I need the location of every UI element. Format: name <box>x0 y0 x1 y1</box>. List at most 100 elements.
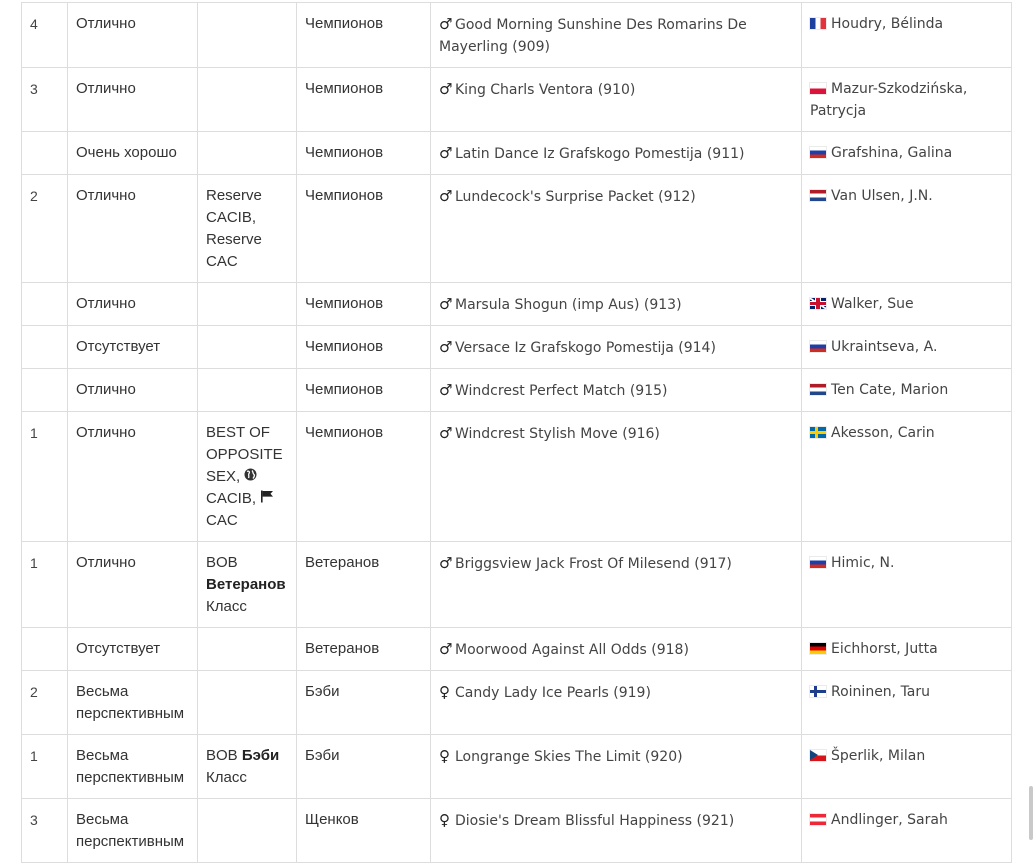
award-cell <box>197 798 297 863</box>
dog-name-link[interactable]: Good Morning Sunshine Des Romarins De Ma… <box>439 17 747 55</box>
country-flag-icon <box>810 427 826 438</box>
award-text: Reserve CACIB, Reserve CAC <box>206 187 262 270</box>
place-cell: 3 <box>21 67 68 132</box>
dog-name-link[interactable]: Diosie's Dream Blissful Happiness (921) <box>455 813 734 829</box>
dog-name-link[interactable]: Versace Iz Grafskogo Pomestija (914) <box>455 340 716 356</box>
result-row: 4 Отлично Чемпионов ♂ Good Morning Sunshine … <box>21 2 1012 68</box>
dog-name-link[interactable]: Windcrest Perfect Match (915) <box>455 383 667 399</box>
result-row: 1 Отлично BOB Ветеранов Класс Ветеранов ♂ Bri… <box>21 541 1012 628</box>
grade-cell: Отсутствует <box>67 627 198 671</box>
owner-name: Ukraintseva, A. <box>831 339 938 355</box>
country-flag-icon <box>810 750 826 761</box>
country-flag-icon <box>810 814 826 825</box>
dog-name-link[interactable]: Longrange Skies The Limit (920) <box>455 749 683 765</box>
globe-icon <box>244 466 257 488</box>
owner-cell: Roininen, Taru <box>801 670 1012 735</box>
owner-name: Walker, Sue <box>831 296 914 312</box>
owner-cell: Himic, N. <box>801 541 1012 628</box>
grade-cell: Отлично <box>67 368 198 412</box>
country-flag-icon <box>810 147 826 158</box>
male-icon: ♂ <box>439 640 453 658</box>
grade-cell: Отлично <box>67 67 198 132</box>
result-row: 2 Отлично Reserve CACIB, Reserve CAC Чемпио… <box>21 174 1012 283</box>
class-cell: Чемпионов <box>296 368 431 412</box>
award-cell: BEST OF OPPOSITE SEX, CACIB, CAC <box>197 411 297 542</box>
award-class-name: Ветеранов <box>206 576 286 593</box>
place-cell <box>21 325 68 369</box>
owner-cell: Mazur-Szkodzińska, Patrycja <box>801 67 1012 132</box>
dog-cell: ♀ Longrange Skies The Limit (920) <box>430 734 802 799</box>
dog-cell: ♂ Marsula Shogun (imp Aus) (913) <box>430 282 802 326</box>
dog-cell: ♂ Versace Iz Grafskogo Pomestija (914) <box>430 325 802 369</box>
class-cell: Чемпионов <box>296 131 431 175</box>
country-flag-icon <box>810 686 826 697</box>
female-icon: ♀ <box>439 683 450 701</box>
dog-name-link[interactable]: Marsula Shogun (imp Aus) (913) <box>455 297 682 313</box>
flag-icon <box>260 488 274 510</box>
grade-cell: Отлично <box>67 541 198 628</box>
scrollbar-thumb[interactable] <box>1029 786 1033 840</box>
dog-name-link[interactable]: Briggsview Jack Frost Of Milesend (917) <box>455 556 732 572</box>
award-cell <box>197 627 297 671</box>
class-cell: Щенков <box>296 798 431 863</box>
dog-cell: ♂ Good Morning Sunshine Des Romarins De M… <box>430 2 802 68</box>
grade-cell: Весьма перспективным <box>67 734 198 799</box>
dog-cell: ♂ Windcrest Stylish Move (916) <box>430 411 802 542</box>
male-icon: ♂ <box>439 144 453 162</box>
male-icon: ♂ <box>439 187 453 205</box>
grade-cell: Отлично <box>67 282 198 326</box>
award-cell <box>197 368 297 412</box>
dog-cell: ♂ Moorwood Against All Odds (918) <box>430 627 802 671</box>
award-cell <box>197 325 297 369</box>
owner-cell: Houdry, Bélinda <box>801 2 1012 68</box>
result-row: Отлично Чемпионов ♂ Marsula Shogun (imp Aus… <box>21 282 1012 326</box>
grade-cell: Весьма перспективным <box>67 670 198 735</box>
class-cell: Ветеранов <box>296 541 431 628</box>
dog-name-link[interactable]: Lundecock's Surprise Packet (912) <box>455 189 696 205</box>
result-row: Очень хорошо Чемпионов ♂ Latin Dance Iz Gra… <box>21 131 1012 175</box>
country-flag-icon <box>810 190 826 201</box>
award-class-name: Бэби <box>241 747 280 764</box>
award-cell <box>197 670 297 735</box>
place-cell: 3 <box>21 798 68 863</box>
country-flag-icon <box>810 557 826 568</box>
award-cell: Reserve CACIB, Reserve CAC <box>197 174 297 283</box>
dog-name-link[interactable]: Candy Lady Ice Pearls (919) <box>455 685 651 701</box>
result-row: Отсутствует Чемпионов ♂ Versace Iz Grafskog… <box>21 325 1012 369</box>
dog-cell: ♂ King Charls Ventora (910) <box>430 67 802 132</box>
place-cell <box>21 131 68 175</box>
male-icon: ♂ <box>439 424 453 442</box>
owner-name: Ten Cate, Marion <box>831 382 949 398</box>
male-icon: ♂ <box>439 80 453 98</box>
grade-cell: Отлично <box>67 174 198 283</box>
result-row: Отлично Чемпионов ♂ Windcrest Perfect Match… <box>21 368 1012 412</box>
class-cell: Чемпионов <box>296 282 431 326</box>
dog-name-link[interactable]: King Charls Ventora (910) <box>455 82 635 98</box>
class-cell: Чемпионов <box>296 174 431 283</box>
grade-cell: Отлично <box>67 411 198 542</box>
dog-cell: ♂ Windcrest Perfect Match (915) <box>430 368 802 412</box>
female-icon: ♀ <box>439 747 450 765</box>
grade-cell: Отлично <box>67 2 198 68</box>
dog-name-link[interactable]: Moorwood Against All Odds (918) <box>455 642 689 658</box>
owner-name: Grafshina, Galina <box>831 145 953 161</box>
owner-name: Van Ulsen, J.N. <box>831 188 933 204</box>
owner-name: Houdry, Bélinda <box>831 16 944 32</box>
dog-name-link[interactable]: Windcrest Stylish Move (916) <box>455 426 660 442</box>
dog-cell: ♀ Candy Lady Ice Pearls (919) <box>430 670 802 735</box>
place-cell <box>21 368 68 412</box>
owner-cell: Šperlik, Milan <box>801 734 1012 799</box>
class-cell: Чемпионов <box>296 2 431 68</box>
award-cell <box>197 2 297 68</box>
award-cell <box>197 67 297 132</box>
award-cell <box>197 131 297 175</box>
owner-cell: Ten Cate, Marion <box>801 368 1012 412</box>
dog-name-link[interactable]: Latin Dance Iz Grafskogo Pomestija (911) <box>455 146 744 162</box>
dog-cell: ♂ Lundecock's Surprise Packet (912) <box>430 174 802 283</box>
country-flag-icon <box>810 18 826 29</box>
dog-cell: ♀ Diosie's Dream Blissful Happiness (921) <box>430 798 802 863</box>
result-row: 1 Отлично BEST OF OPPOSITE SEX, CACIB, CAC… <box>21 411 1012 542</box>
award-cell: BOB Ветеранов Класс <box>197 541 297 628</box>
male-icon: ♂ <box>439 15 453 33</box>
female-icon: ♀ <box>439 811 450 829</box>
